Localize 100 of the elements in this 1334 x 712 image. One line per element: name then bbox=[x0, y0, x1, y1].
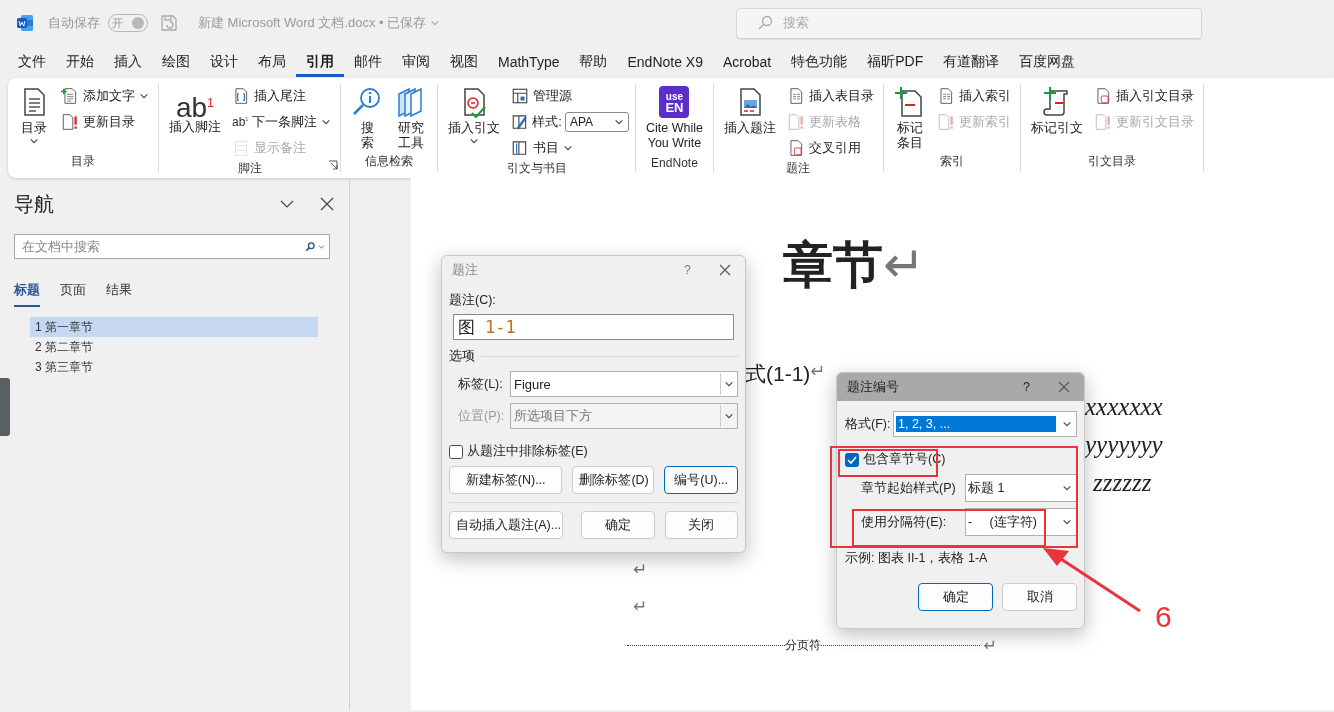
ribbon-tab[interactable]: 绘图 bbox=[152, 47, 200, 77]
caret-icon bbox=[1062, 483, 1072, 493]
ribbon-tab[interactable]: MathType bbox=[488, 47, 570, 77]
ribbon-button[interactable]: 管理源 bbox=[508, 84, 629, 108]
dropdown-field[interactable]: 标题 1 bbox=[965, 474, 1077, 502]
ribbon-button[interactable]: 交叉引用 bbox=[783, 136, 877, 160]
dialog-button[interactable]: 编号(U)... bbox=[664, 466, 738, 494]
document-alert-icon bbox=[61, 113, 79, 131]
app-logo-icon bbox=[16, 14, 34, 32]
ribbon-tab[interactable]: 邮件 bbox=[344, 47, 392, 77]
ribbon-button[interactable]: 插入题注 bbox=[719, 84, 780, 160]
equation-text: yyyyyyy bbox=[1085, 430, 1163, 460]
group-label: 引文目录 bbox=[1087, 153, 1136, 170]
section-heading: 选项 bbox=[449, 348, 475, 365]
ribbon-button[interactable]: 目录 bbox=[14, 84, 54, 153]
footnote-icon: ab$^{1}$ bbox=[232, 115, 249, 129]
dialog-button[interactable]: 取消 bbox=[1002, 583, 1077, 611]
dropdown-field[interactable]: Figure bbox=[510, 371, 738, 397]
ribbon-button[interactable]: 标记引文 bbox=[1026, 84, 1087, 153]
ribbon-button[interactable]: 插入索引 bbox=[933, 84, 1014, 108]
heading-item[interactable]: 1 第一章节 bbox=[30, 317, 318, 337]
heading-item[interactable]: 2 第二章节 bbox=[30, 337, 318, 357]
field-label: 使用分隔符(E): bbox=[861, 513, 948, 531]
ribbon-tab[interactable]: 特色功能 bbox=[781, 47, 858, 77]
ribbon-tab[interactable]: 布局 bbox=[248, 47, 296, 77]
callout-number: 6 bbox=[1155, 600, 1172, 634]
ribbon-button[interactable]: ab$^{1}$ 插入脚注 bbox=[165, 84, 225, 160]
dialog-launcher-icon[interactable] bbox=[328, 160, 339, 170]
help-button[interactable]: ? bbox=[1023, 380, 1030, 394]
document-plus-icon bbox=[61, 87, 79, 105]
ribbon-button[interactable]: 插入引文 bbox=[444, 84, 505, 160]
ribbon-tab[interactable]: 插入 bbox=[104, 47, 152, 77]
paragraph-mark: ↵ bbox=[983, 636, 997, 655]
ribbon-tab[interactable]: 设计 bbox=[200, 47, 248, 77]
ribbon-button[interactable]: 搜索 bbox=[347, 84, 388, 153]
dialog-title: 题注编号 bbox=[847, 378, 900, 396]
dialog-button[interactable]: 新建标签(N)... bbox=[449, 466, 563, 494]
checkbox[interactable] bbox=[845, 452, 859, 467]
dropdown-field[interactable]: 1, 2, 3, ... bbox=[893, 411, 1077, 437]
document-alert-icon bbox=[936, 113, 955, 131]
ribbon-tab[interactable]: 审阅 bbox=[392, 47, 440, 77]
pane-tab[interactable]: 标题 bbox=[14, 281, 40, 307]
ribbon-button[interactable]: 更新目录 bbox=[58, 110, 152, 134]
ribbon-button[interactable]: use EN Cite While You Write bbox=[642, 84, 707, 156]
group-label: 目录 bbox=[71, 153, 95, 170]
document-heading: 章节 bbox=[783, 236, 883, 295]
ribbon-tab[interactable]: 有道翻译 bbox=[933, 47, 1010, 77]
side-handle[interactable] bbox=[0, 378, 10, 436]
autosave-label: 自动保存 bbox=[48, 14, 100, 32]
close-icon[interactable] bbox=[719, 264, 731, 276]
equation-text: xxxxxxx bbox=[1085, 392, 1163, 422]
pane-tab[interactable]: 页面 bbox=[60, 281, 86, 307]
example-text: 示例: 图表 II-1，表格 1-A bbox=[845, 550, 989, 567]
help-button[interactable]: ? bbox=[684, 263, 691, 277]
ribbon-button[interactable]: 研究工具 bbox=[391, 84, 432, 153]
document-alert-icon bbox=[1093, 113, 1112, 131]
ribbon-tab[interactable]: EndNote X9 bbox=[617, 47, 713, 77]
heading-item[interactable]: 3 第三章节 bbox=[30, 357, 318, 377]
dialog-button[interactable]: 确定 bbox=[918, 583, 993, 611]
ribbon-button[interactable]: 插入表目录 bbox=[783, 84, 877, 108]
ribbon-tab[interactable]: 帮助 bbox=[569, 47, 618, 77]
dialog-button[interactable]: 关闭 bbox=[665, 511, 738, 539]
field-label: 题注(C): bbox=[449, 292, 497, 309]
paragraph-mark: ↵ bbox=[810, 360, 826, 383]
dropdown-field[interactable]: - (连字符) bbox=[965, 508, 1077, 536]
dialog-button[interactable]: 自动插入题注(A)... bbox=[449, 511, 563, 539]
endnote-logo: use EN bbox=[659, 86, 690, 118]
caret-icon bbox=[724, 411, 734, 421]
ribbon-tab[interactable]: 百度网盘 bbox=[1009, 47, 1086, 77]
ribbon-button[interactable]: 插入尾注 bbox=[229, 84, 335, 108]
ribbon-tab[interactable]: 视图 bbox=[440, 47, 488, 77]
ribbon-tab[interactable]: 文件 bbox=[8, 47, 56, 77]
ribbon-button[interactable]: 书目 bbox=[508, 136, 629, 160]
group-label: EndNote bbox=[651, 156, 698, 172]
dialog-button[interactable]: 确定 bbox=[581, 511, 655, 539]
paragraph-mark: ↵ bbox=[633, 559, 648, 581]
field-label: 位置(P): bbox=[458, 407, 506, 425]
ribbon-button[interactable]: 插入引文目录 bbox=[1090, 84, 1197, 108]
ribbon-tab[interactable]: 开始 bbox=[56, 47, 104, 77]
style-dropdown[interactable]: APA bbox=[565, 112, 629, 132]
caption-field[interactable]: 图 1-1 bbox=[453, 314, 734, 340]
ribbon-button[interactable]: ab$^{1}$ 下一条脚注 bbox=[229, 110, 335, 134]
ribbon-button[interactable]: 标记条目 bbox=[889, 84, 930, 153]
footnote-icon: ab$^{1}$ bbox=[175, 86, 215, 120]
ribbon-tab[interactable]: 福昕PDF bbox=[857, 47, 934, 77]
field-label: 标签(L): bbox=[458, 375, 504, 393]
document-icon bbox=[232, 87, 250, 105]
dialog-title: 题注 bbox=[452, 261, 479, 279]
field-label: 格式(F): bbox=[845, 415, 892, 433]
equation-text: zzzzzz bbox=[1093, 468, 1152, 498]
group-label: 引文与书目 bbox=[506, 160, 567, 177]
paragraph-mark: ↵ bbox=[883, 236, 925, 295]
pane-tab[interactable]: 结果 bbox=[106, 281, 132, 307]
search-field[interactable]: 在文档中搜索 bbox=[14, 234, 330, 259]
ribbon-tab[interactable]: Acrobat bbox=[713, 47, 782, 77]
dialog-button[interactable]: 删除标签(D) bbox=[572, 466, 655, 494]
close-icon[interactable] bbox=[319, 196, 335, 212]
checkbox[interactable] bbox=[449, 444, 463, 459]
ribbon-button[interactable]: 添加文字 bbox=[58, 84, 152, 108]
page-break-label: 分页符 bbox=[785, 638, 822, 653]
